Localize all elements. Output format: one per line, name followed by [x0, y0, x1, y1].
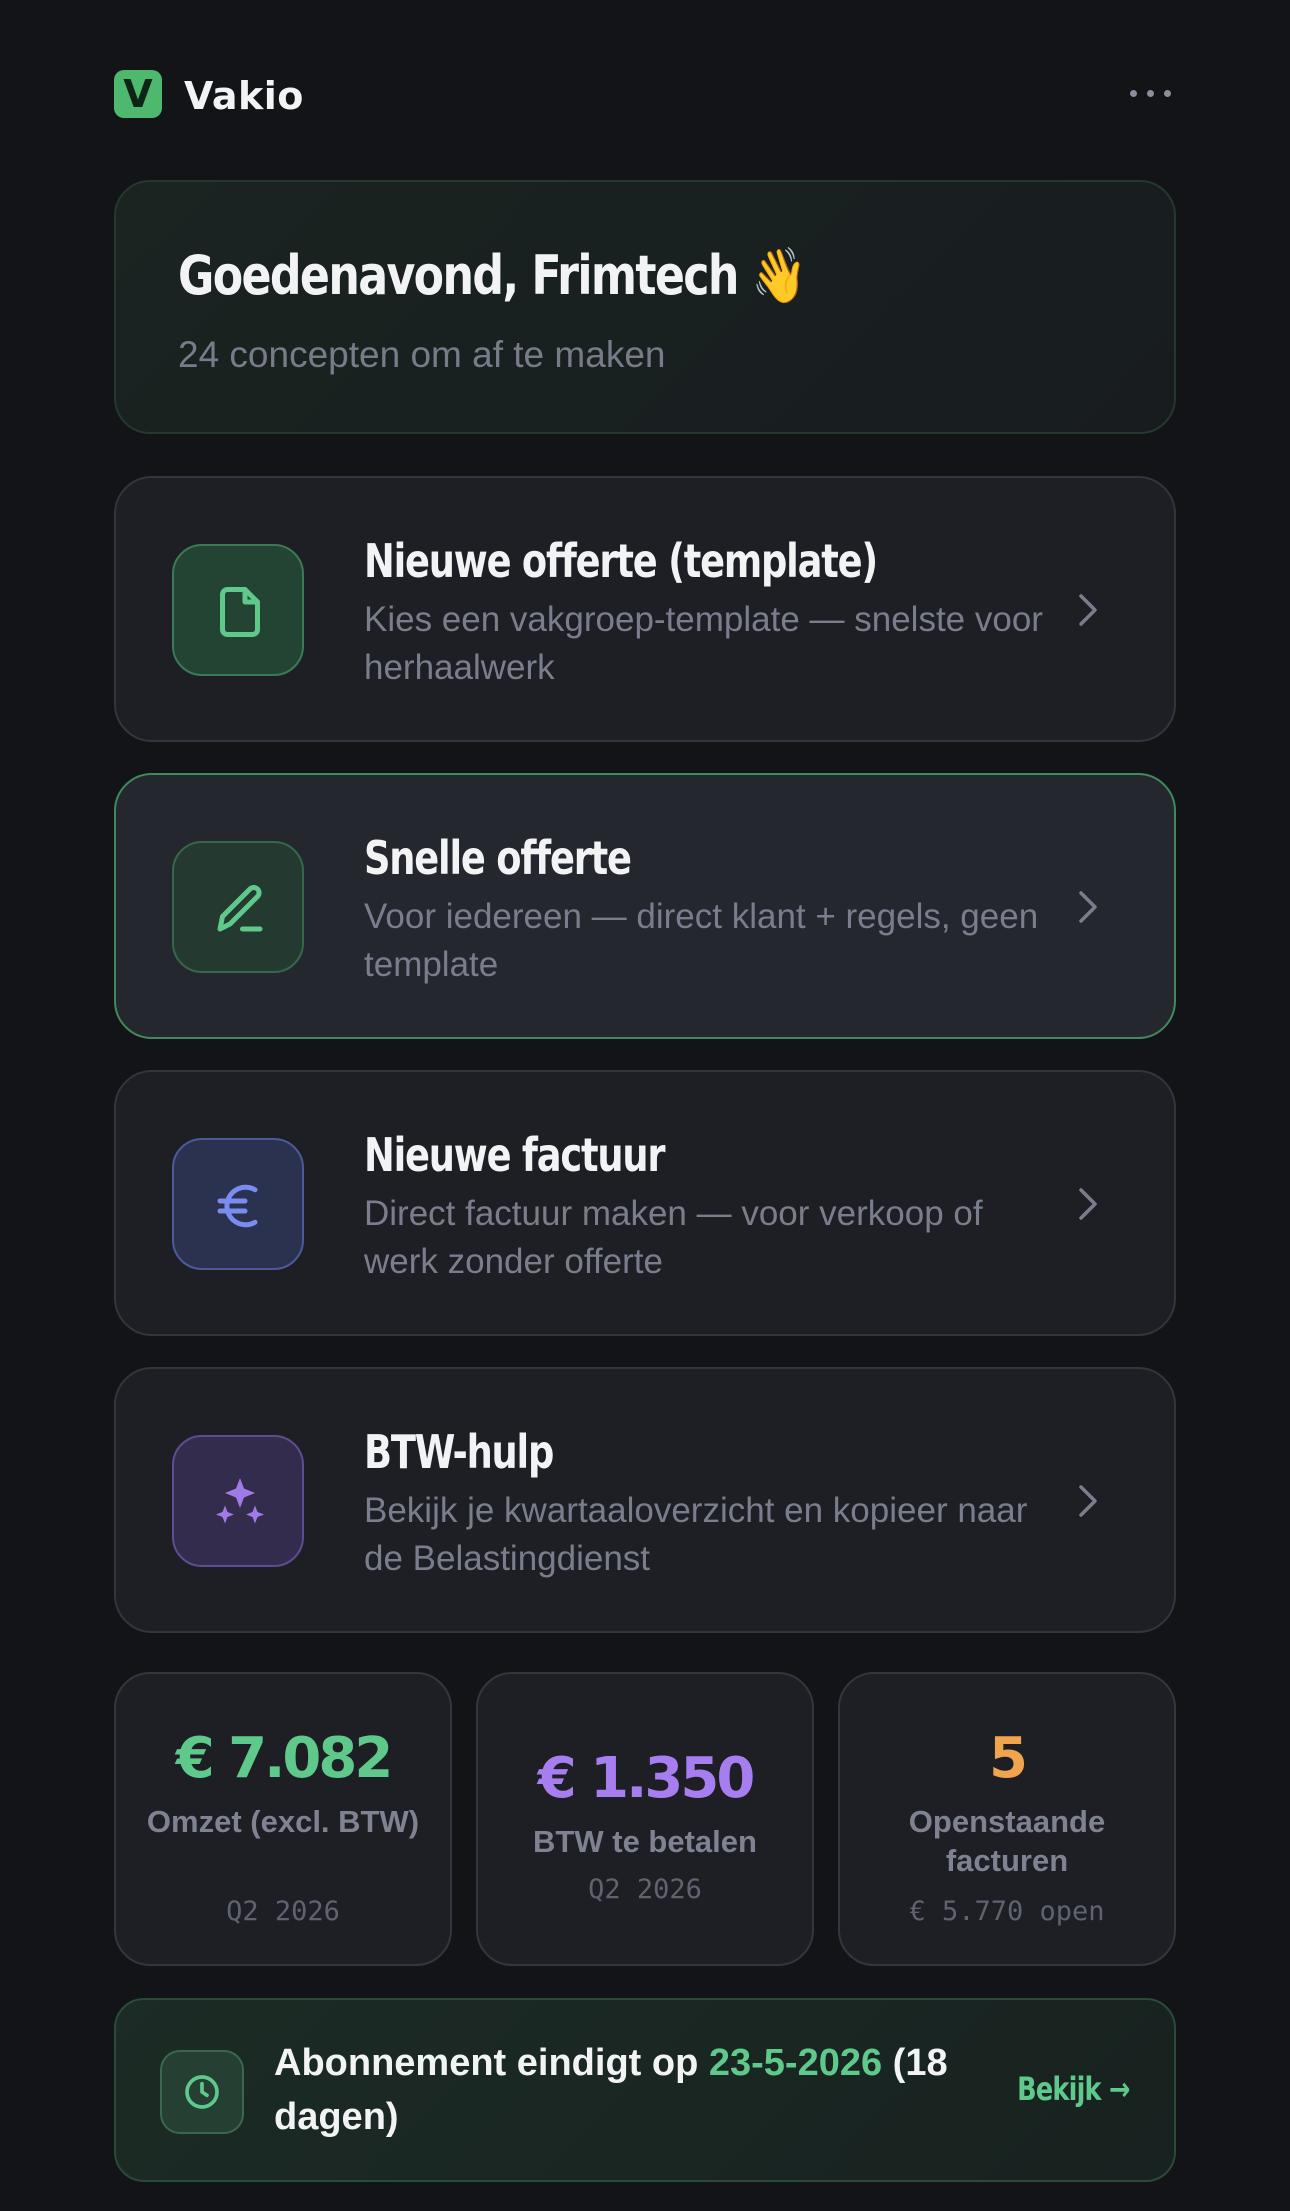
- more-dot-icon: [1164, 90, 1171, 97]
- action-title: BTW-hulp: [364, 1425, 554, 1479]
- stat-label: BTW te betalen: [533, 1824, 757, 1859]
- stat-value: € 1.350: [537, 1746, 756, 1811]
- euro-icon: [172, 1138, 304, 1270]
- stat-label: Omzet (excl. BTW): [146, 1804, 420, 1839]
- quick-quote-button[interactable]: Snelle offerte Voor iedereen — direct kl…: [114, 773, 1176, 1039]
- chevron-right-icon: [1079, 891, 1097, 923]
- vat-help-button[interactable]: BTW-hulp Bekijk je kwartaaloverzicht en …: [114, 1367, 1176, 1633]
- stat-open-amount: € 5.770 open: [909, 1896, 1105, 1927]
- clock-icon: [160, 2050, 244, 2134]
- top-bar: V Vakio: [114, 70, 1176, 118]
- sparkles-icon: [172, 1435, 304, 1567]
- action-title: Snelle offerte: [364, 831, 632, 885]
- stat-period: Q2 2026: [588, 1874, 702, 1905]
- more-dot-icon: [1147, 90, 1154, 97]
- view-subscription-link[interactable]: Bekijk →: [1018, 2070, 1131, 2108]
- action-description: Voor iedereen — direct klant + regels, g…: [364, 897, 1039, 984]
- drafts-count-text: 24 concepten om af te maken: [178, 334, 666, 375]
- app-logo: V: [114, 70, 162, 118]
- subscription-prefix: Abonnement eindigt op: [274, 2042, 709, 2084]
- stat-period: Q2 2026: [226, 1896, 340, 1927]
- action-description: Direct factuur maken — voor verkoop of w…: [364, 1194, 983, 1281]
- open-invoices-stat-card[interactable]: 5 Openstaande facturen € 5.770 open: [838, 1672, 1176, 1966]
- stat-value: 5: [989, 1726, 1028, 1791]
- action-title: Nieuwe offerte (template): [364, 534, 878, 588]
- new-quote-template-button[interactable]: Nieuwe offerte (template) Kies een vakgr…: [114, 476, 1176, 742]
- document-icon: [172, 544, 304, 676]
- stat-value: € 7.082: [175, 1726, 394, 1791]
- revenue-stat-card[interactable]: € 7.082 Omzet (excl. BTW) Q2 2026: [114, 1672, 452, 1966]
- vat-due-stat-card[interactable]: € 1.350 BTW te betalen Q2 2026: [476, 1672, 814, 1966]
- subscription-end-date: 23-5-2026: [708, 2042, 883, 2084]
- new-invoice-button[interactable]: Nieuwe factuur Direct factuur maken — vo…: [114, 1070, 1176, 1336]
- greeting-card: Goedenavond, Frimtech 👋 24 concepten om …: [114, 180, 1176, 434]
- more-dot-icon: [1130, 90, 1137, 97]
- more-options-button[interactable]: [1126, 80, 1176, 108]
- action-description: Bekijk je kwartaaloverzicht en kopieer n…: [364, 1491, 1028, 1578]
- stat-label: Openstaande facturen: [908, 1804, 1106, 1878]
- chevron-right-icon: [1079, 1485, 1097, 1517]
- greeting-title: Goedenavond, Frimtech 👋: [178, 244, 807, 307]
- action-description: Kies een vakgroep-template — snelste voo…: [364, 600, 1043, 687]
- app-name: Vakio: [184, 74, 304, 118]
- subscription-banner: Abonnement eindigt op 23-5-2026 (18 dage…: [114, 1998, 1176, 2182]
- chevron-right-icon: [1079, 594, 1097, 626]
- pencil-icon: [172, 841, 304, 973]
- action-title: Nieuwe factuur: [364, 1128, 666, 1182]
- chevron-right-icon: [1079, 1188, 1097, 1220]
- subscription-text: Abonnement eindigt op 23-5-2026 (18 dage…: [274, 2036, 994, 2144]
